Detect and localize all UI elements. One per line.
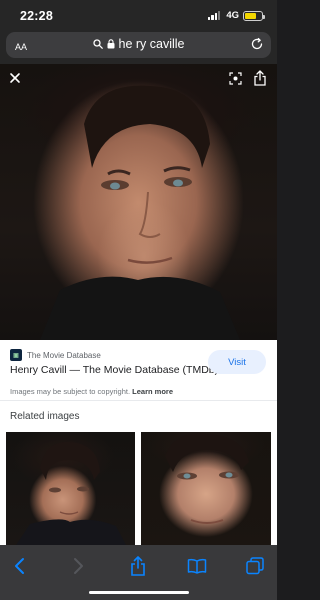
related-image-2[interactable] [141, 432, 271, 545]
result-title[interactable]: Henry Cavill — The Movie Database (TMDb) [10, 364, 218, 376]
bookmarks-icon [187, 558, 207, 574]
tmdb-logo-icon: ▣ [10, 349, 22, 361]
related-portrait-1 [16, 441, 126, 545]
copyright-notice: Images may be subject to copyright. Lear… [10, 387, 173, 396]
forward-button[interactable] [66, 554, 90, 578]
related-image-1[interactable] [6, 432, 135, 545]
signal-icon [207, 11, 221, 20]
lens-icon[interactable] [229, 72, 242, 85]
source-row[interactable]: ▣ The Movie Database [10, 349, 101, 361]
related-portrait-2 [165, 433, 249, 524]
visit-button[interactable]: Visit [208, 350, 266, 374]
status-indicators: 4G [207, 10, 265, 21]
source-name: The Movie Database [27, 350, 101, 360]
divider [0, 400, 277, 401]
home-indicator[interactable] [89, 591, 189, 594]
portrait-illustration [40, 85, 240, 340]
share-icon [131, 556, 145, 576]
browser-address-area: AA he ry caville [0, 30, 277, 64]
network-type: 4G [226, 10, 239, 21]
search-icon [92, 39, 103, 49]
lock-icon [107, 39, 114, 49]
image-controls [0, 64, 277, 94]
tabs-icon [246, 557, 264, 575]
reload-icon[interactable] [249, 36, 265, 52]
learn-more-link[interactable]: Learn more [132, 387, 173, 396]
url-text: he ry caville [118, 37, 185, 51]
bookmarks-button[interactable] [185, 554, 209, 578]
related-heading: Related images [10, 411, 80, 422]
forward-icon [74, 558, 83, 574]
close-icon[interactable] [8, 71, 22, 85]
back-button[interactable] [8, 554, 32, 578]
main-image [0, 64, 277, 340]
share-button[interactable] [126, 554, 150, 578]
copyright-text: Images may be subject to copyright. [10, 387, 131, 396]
back-icon [15, 558, 24, 574]
url-field[interactable]: he ry caville [6, 37, 271, 51]
battery-icon [243, 10, 265, 21]
status-time: 22:28 [20, 9, 53, 23]
status-bar: 22:28 4G [0, 0, 277, 30]
share-icon[interactable] [253, 70, 267, 86]
address-bar[interactable]: AA he ry caville [6, 32, 271, 58]
tabs-button[interactable] [243, 554, 267, 578]
